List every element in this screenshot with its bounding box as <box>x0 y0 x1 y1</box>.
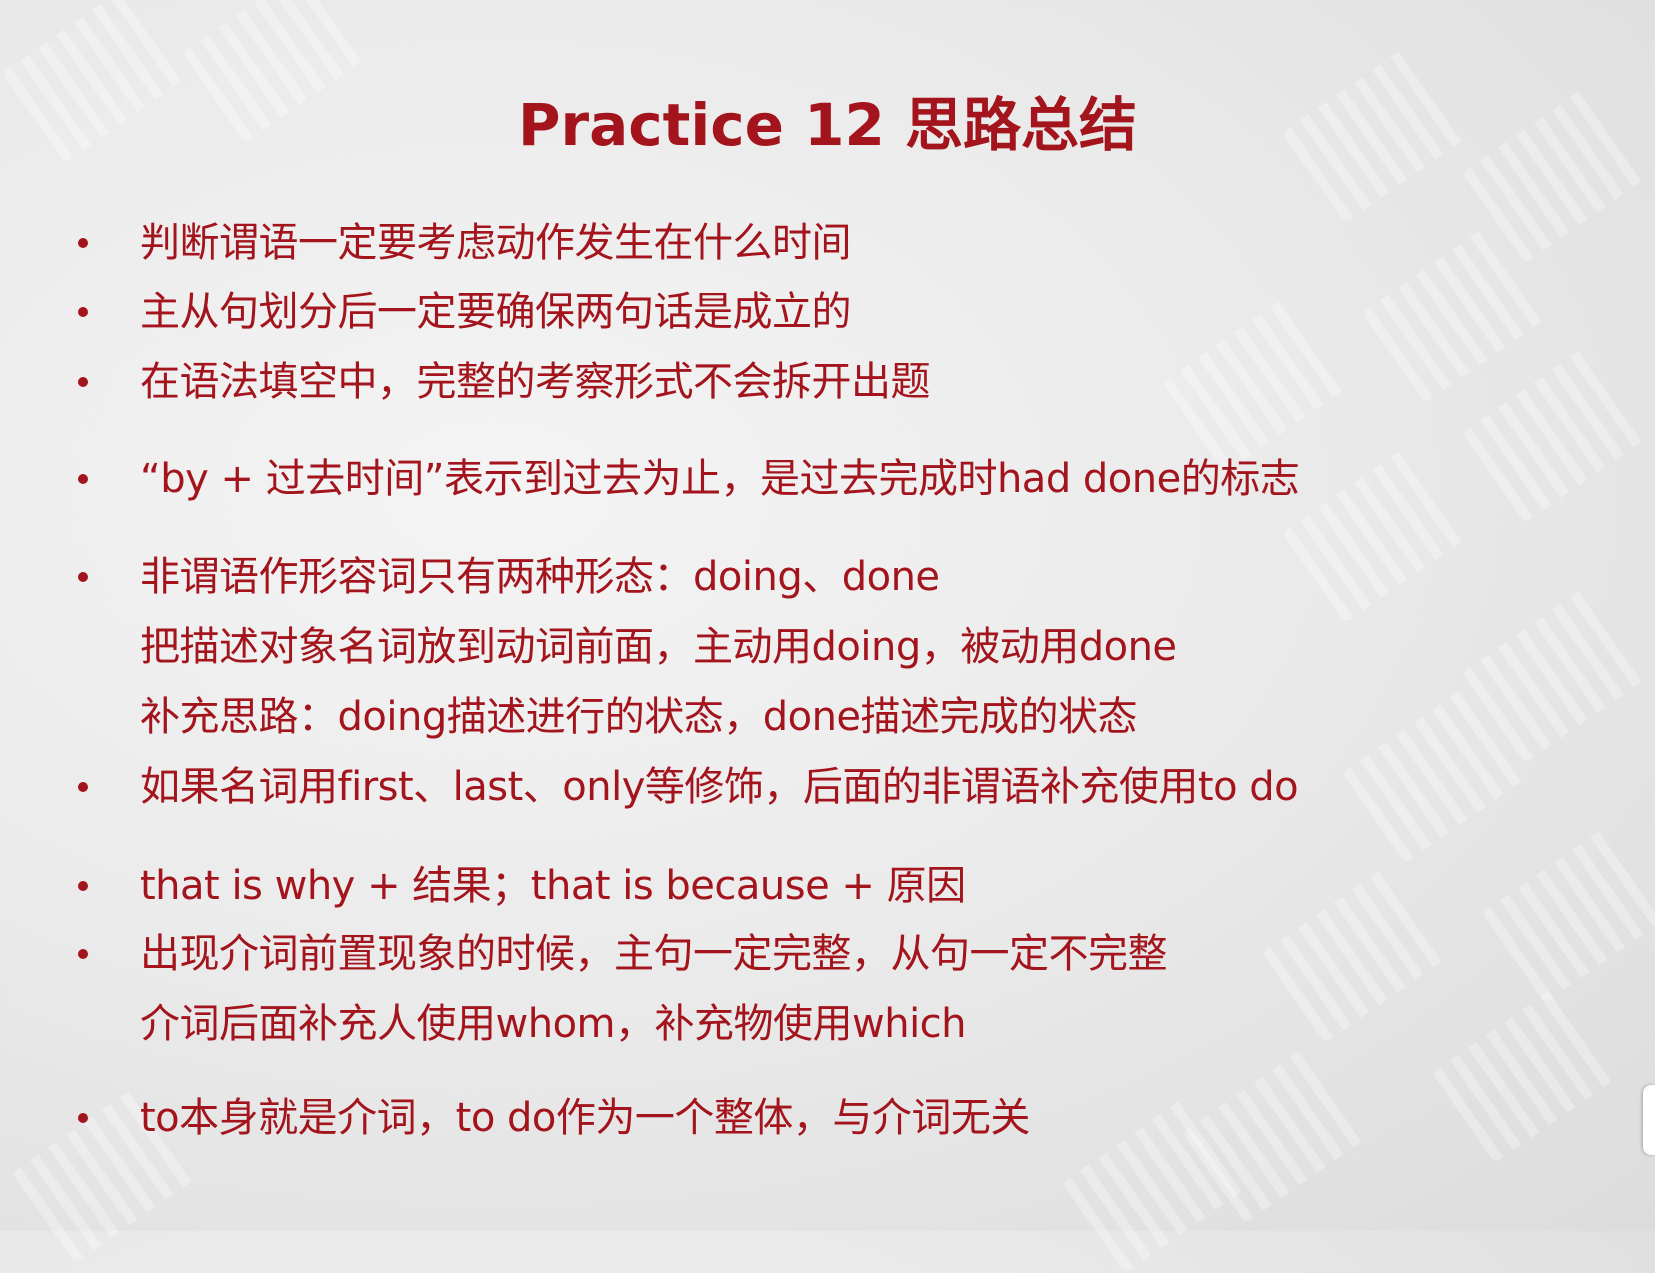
bullet-dot <box>78 1113 88 1123</box>
bullet-text: that is why + 结果；that is because + 原因 <box>140 863 966 909</box>
bullet-text: 出现介词前置现象的时候，主句一定完整，从句一定不完整 <box>140 931 1168 977</box>
sub-text: 介词后面补充人使用whom，补充物使用which <box>140 1001 967 1047</box>
bullet-text: 主从句划分后一定要确保两句话是成立的 <box>140 289 852 335</box>
bullet-dot <box>78 474 88 484</box>
bullet-dot <box>78 307 88 317</box>
sub-text: 补充思路：doing描述进行的状态，done描述完成的状态 <box>140 694 1138 740</box>
bullet-text: to本身就是介词，to do作为一个整体，与介词无关 <box>140 1095 1030 1141</box>
bullet-text: 在语法填空中，完整的考察形式不会拆开出题 <box>140 359 931 405</box>
bullet-dot <box>78 782 88 792</box>
bullet-dot <box>78 881 88 891</box>
sub-text: 把描述对象名词放到动词前面，主动用doing，被动用done <box>140 624 1177 670</box>
side-panel-handle[interactable] <box>1643 1085 1655 1155</box>
bullet-text: “by + 过去时间”表示到过去为止，是过去完成时had done的标志 <box>140 456 1300 502</box>
bullet-dot <box>78 238 88 248</box>
bullet-list: 判断谓语一定要考虑动作发生在什么时间 主从句划分后一定要确保两句话是成立的 在语… <box>0 0 1655 1231</box>
bullet-dot <box>78 572 88 582</box>
bullet-text: 判断谓语一定要考虑动作发生在什么时间 <box>140 220 852 266</box>
bullet-text: 如果名词用first、last、only等修饰，后面的非谓语补充使用to do <box>140 764 1299 810</box>
bullet-dot <box>78 377 88 387</box>
bullet-dot <box>78 949 88 959</box>
bullet-text: 非谓语作形容词只有两种形态：doing、done <box>140 554 940 600</box>
